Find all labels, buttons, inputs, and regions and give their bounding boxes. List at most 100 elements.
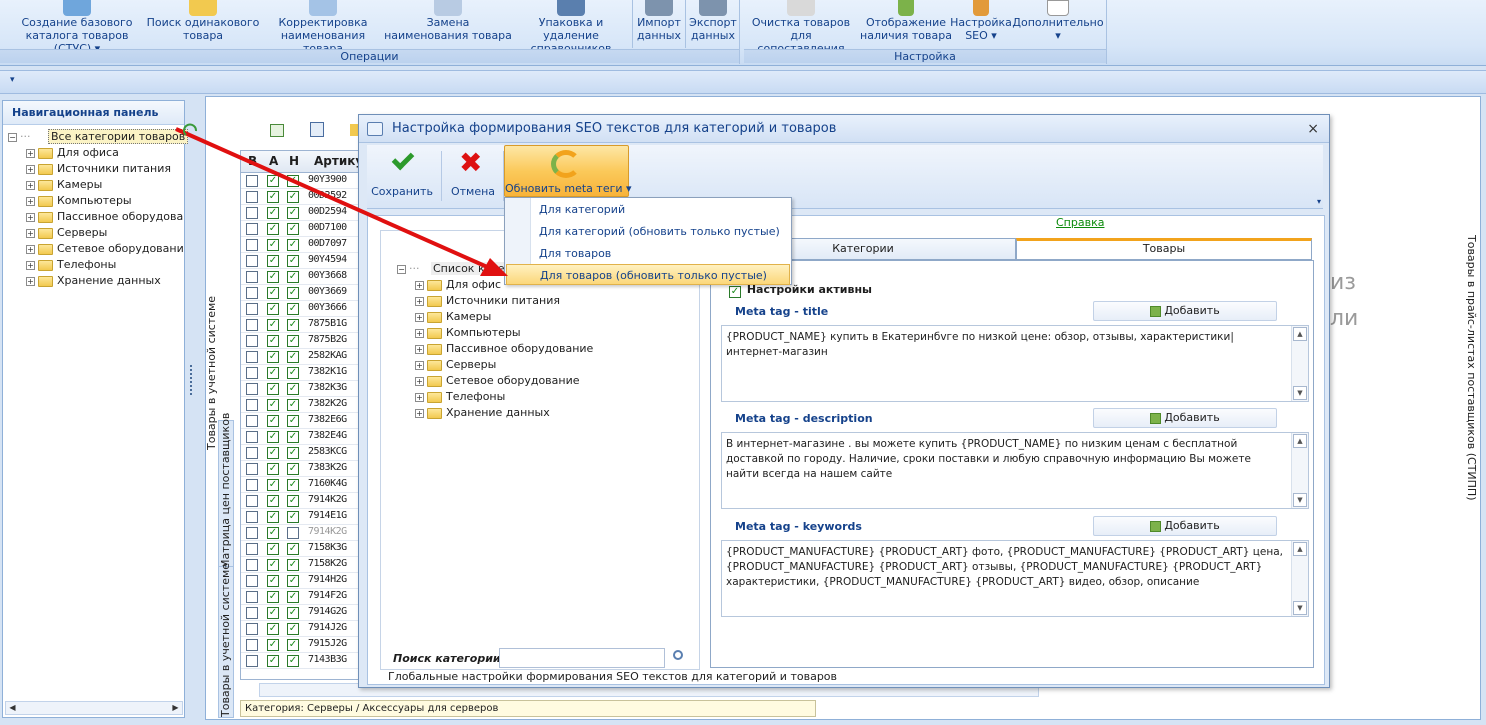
qat-dropdown-icon[interactable]: ▾	[10, 75, 15, 85]
table-row[interactable]: ✓ ✓ 7382E6G	[241, 413, 361, 429]
collapse-icon[interactable]: −	[8, 132, 17, 142]
update-meta-tags-button[interactable]: Обновить meta теги ▾	[504, 145, 632, 197]
expand-icon[interactable]: +	[26, 228, 35, 238]
menu-item-products-empty[interactable]: Для товаров (обновить только пустые)	[506, 264, 790, 285]
checkbox-a[interactable]: ✓	[267, 431, 279, 443]
expand-icon[interactable]: +	[26, 148, 35, 158]
checkbox-n[interactable]: ✓	[287, 239, 299, 251]
tab-products-accounting-2[interactable]: Товары в учетной системе	[218, 563, 234, 718]
expand-icon[interactable]: +	[26, 244, 35, 254]
table-row[interactable]: ✓ ✓ 7382K2G	[241, 397, 361, 413]
meta-keywords-scrollbar[interactable]: ▲ ▼	[1291, 541, 1308, 616]
checkbox-v[interactable]	[246, 367, 258, 379]
checkbox-n[interactable]: ✓	[287, 495, 299, 507]
checkbox-a[interactable]: ✓	[267, 303, 279, 315]
tab-supplier-price-matrix[interactable]: Матрица цен поставщиков	[218, 413, 234, 570]
checkbox-a[interactable]: ✓	[267, 175, 279, 187]
checkbox-n[interactable]: ✓	[287, 255, 299, 267]
checkbox-n[interactable]: ✓	[287, 335, 299, 347]
checkbox-a[interactable]: ✓	[267, 191, 279, 203]
dialog-tree-item[interactable]: + Камеры	[397, 309, 593, 325]
checkbox-a[interactable]: ✓	[267, 255, 279, 267]
table-row[interactable]: ✓ ✓ 00D2594	[241, 205, 361, 221]
checkbox-a[interactable]: ✓	[267, 655, 279, 667]
checkbox-n[interactable]: ✓	[287, 223, 299, 235]
checkbox-v[interactable]	[246, 431, 258, 443]
seo-settings-button[interactable]: Настройка SEO ▾	[950, 0, 1012, 42]
expand-icon[interactable]: +	[415, 376, 424, 386]
table-row[interactable]: ✓ ✓ 7914J2G	[241, 621, 361, 637]
table-row[interactable]: ✓ ✓ 00Y3669	[241, 285, 361, 301]
add-macro-button-description[interactable]: Добавить макроподстановку	[1093, 408, 1277, 442]
checkbox-v[interactable]	[246, 271, 258, 283]
expand-icon[interactable]: +	[26, 180, 35, 190]
expand-icon[interactable]: +	[26, 260, 35, 270]
expand-icon[interactable]: +	[415, 280, 424, 290]
col-header-v[interactable]: В	[248, 154, 257, 168]
checkbox-v[interactable]	[246, 399, 258, 411]
table-row[interactable]: ✓ ✓ 7914G2G	[241, 605, 361, 621]
checkbox-n[interactable]: ✓	[287, 303, 299, 315]
tree-item[interactable]: + Для офиса	[8, 145, 188, 161]
table-row[interactable]: ✓ ✓ 7158K2G	[241, 557, 361, 573]
expand-icon[interactable]: +	[415, 328, 424, 338]
checkbox-v[interactable]	[246, 623, 258, 635]
dialog-tree-item[interactable]: + Компьютеры	[397, 325, 593, 341]
checkbox-v[interactable]	[246, 287, 258, 299]
checkbox-a[interactable]: ✓	[267, 479, 279, 491]
checkbox-v[interactable]	[246, 495, 258, 507]
scroll-right-icon[interactable]: ▶	[169, 702, 182, 714]
checkbox-v[interactable]	[246, 351, 258, 363]
checkbox-n[interactable]: ✓	[287, 543, 299, 555]
table-row[interactable]: ✓ ✓ 7382E4G	[241, 429, 361, 445]
pack-delete-button[interactable]: Упаковка и удаление справочников	[512, 0, 630, 55]
grid-sort-icon[interactable]	[310, 122, 324, 137]
dialog-tree-item[interactable]: + Пассивное оборудование	[397, 341, 593, 357]
expand-icon[interactable]: +	[415, 296, 424, 306]
checkbox-n[interactable]: ✓	[287, 175, 299, 187]
checkbox-v[interactable]	[246, 383, 258, 395]
checkbox-n[interactable]: ✓	[287, 431, 299, 443]
tab-products-accounting[interactable]: Товары в учетной системе	[205, 296, 219, 450]
splitter-grip[interactable]	[190, 365, 193, 395]
table-row[interactable]: ✓ ✓ 7143B3G	[241, 653, 361, 669]
table-row[interactable]: ✓ ✓ 7158K3G	[241, 541, 361, 557]
checkbox-v[interactable]	[246, 319, 258, 331]
help-link[interactable]: Справка	[1056, 216, 1104, 229]
table-row[interactable]: ✓ ✓ 7914F2G	[241, 589, 361, 605]
menu-item-categories[interactable]: Для категорий	[506, 199, 790, 220]
checkbox-n[interactable]: ✓	[287, 591, 299, 603]
meta-title-scrollbar[interactable]: ▲ ▼	[1291, 326, 1308, 401]
tree-item[interactable]: + Телефоны	[8, 257, 188, 273]
import-button[interactable]: Импорт данных	[634, 0, 684, 42]
checkbox-n[interactable]: ✓	[287, 415, 299, 427]
expand-icon[interactable]: +	[26, 276, 35, 286]
table-row[interactable]: ✓ ✓ 00D2592	[241, 189, 361, 205]
checkbox-v[interactable]	[246, 303, 258, 315]
checkbox-n[interactable]: ✓	[287, 575, 299, 587]
checkbox-n[interactable]: ✓	[287, 447, 299, 459]
meta-description-scrollbar[interactable]: ▲ ▼	[1291, 433, 1308, 508]
checkbox-a[interactable]: ✓	[267, 575, 279, 587]
checkbox-a[interactable]: ✓	[267, 543, 279, 555]
checkbox-n[interactable]: ✓	[287, 383, 299, 395]
checkbox-n[interactable]: ✓	[287, 607, 299, 619]
checkbox-v[interactable]	[246, 447, 258, 459]
tree-item[interactable]: + Серверы	[8, 225, 188, 241]
checkbox-n[interactable]: ✓	[287, 511, 299, 523]
checkbox-v[interactable]	[246, 207, 258, 219]
checkbox-n[interactable]: ✓	[287, 623, 299, 635]
checkbox-v[interactable]	[246, 255, 258, 267]
scroll-up-icon[interactable]: ▲	[1293, 327, 1307, 341]
checkbox-v[interactable]	[246, 559, 258, 571]
meta-description-textarea[interactable]: В интернет-магазине . вы можете купить {…	[721, 432, 1309, 509]
checkbox-n[interactable]: ✓	[287, 463, 299, 475]
checkbox-v[interactable]	[246, 607, 258, 619]
checkbox-a[interactable]: ✓	[267, 383, 279, 395]
additional-button[interactable]: Дополнительно ▾	[1012, 0, 1104, 42]
export-button[interactable]: Экспорт данных	[686, 0, 740, 42]
checkbox-a[interactable]: ✓	[267, 623, 279, 635]
tree-item[interactable]: + Источники питания	[8, 161, 188, 177]
tree-item[interactable]: + Пассивное оборудова	[8, 209, 188, 225]
table-row[interactable]: ✓ ✓ 7382K3G	[241, 381, 361, 397]
